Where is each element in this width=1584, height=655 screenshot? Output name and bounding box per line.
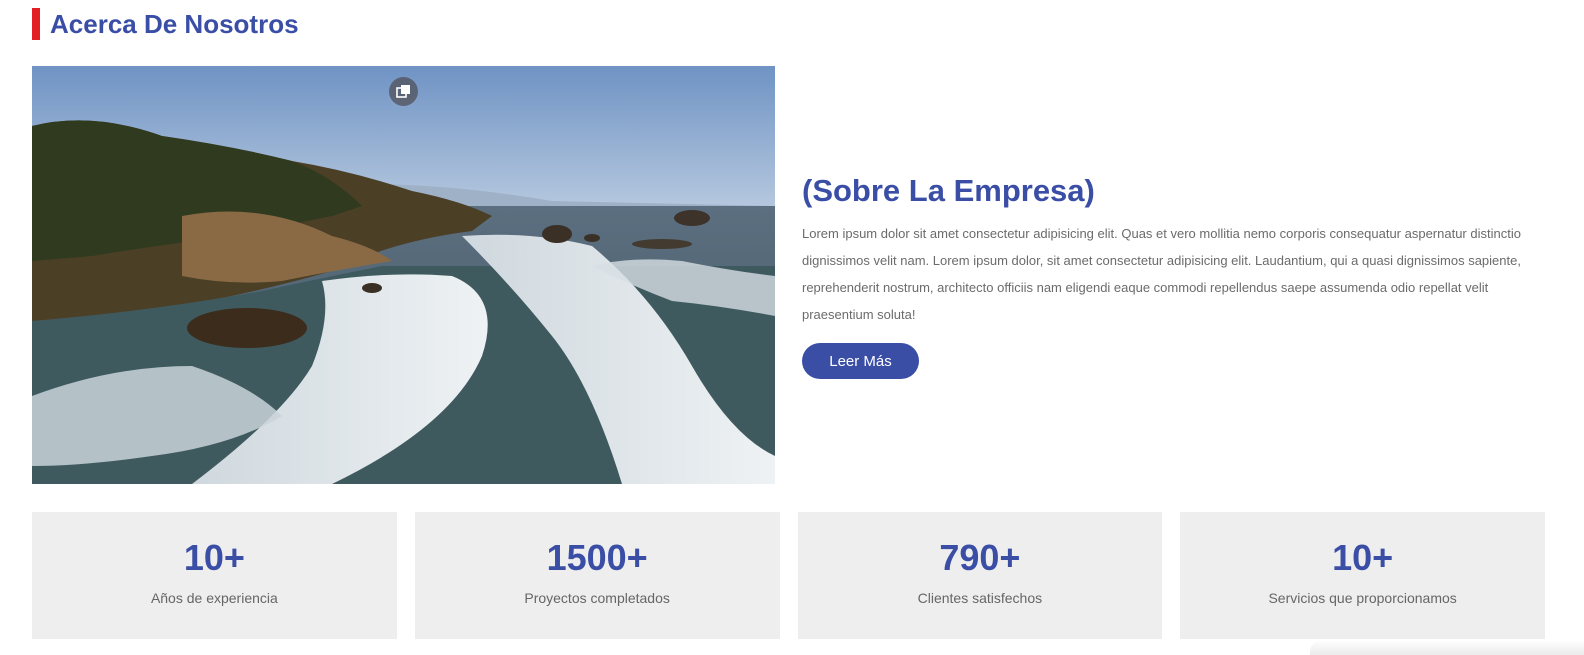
about-section: Acerca De Nosotros (Sobre La Empresa) Lo…	[0, 0, 1584, 655]
floating-widget-edge	[1310, 640, 1584, 655]
about-text-block: (Sobre La Empresa) Lorem ipsum dolor sit…	[802, 170, 1547, 328]
stat-card: 790+ Clientes satisfechos	[797, 512, 1163, 639]
gallery-badge[interactable]	[389, 77, 418, 106]
stat-value: 10+	[1332, 537, 1394, 578]
stat-label: Clientes satisfechos	[917, 590, 1043, 606]
heading-accent-bar	[32, 8, 40, 40]
stat-value: 790+	[939, 537, 1021, 578]
read-more-button[interactable]: Leer Más	[802, 343, 919, 379]
about-body: Lorem ipsum dolor sit amet consectetur a…	[802, 226, 1521, 322]
stat-card: 10+ Años de experiencia	[32, 512, 397, 639]
stats-row: 10+ Años de experiencia 1500+ Proyectos …	[32, 512, 1545, 639]
coastal-landscape-image	[32, 66, 775, 484]
stat-label: Servicios que proporcionamos	[1268, 590, 1457, 606]
stat-value: 1500+	[546, 537, 648, 578]
stat-value: 10+	[183, 537, 245, 578]
gallery-icon	[396, 85, 410, 98]
section-title: Acerca De Nosotros	[50, 9, 299, 39]
hero-image	[32, 66, 775, 484]
stat-card: 10+ Servicios que proporcionamos	[1180, 512, 1545, 639]
about-title: (Sobre La Empresa)	[802, 173, 1095, 208]
stat-label: Años de experiencia	[150, 590, 278, 606]
stat-label: Proyectos completados	[524, 590, 670, 606]
section-heading: Acerca De Nosotros	[32, 8, 299, 40]
stat-card: 1500+ Proyectos completados	[414, 512, 780, 639]
